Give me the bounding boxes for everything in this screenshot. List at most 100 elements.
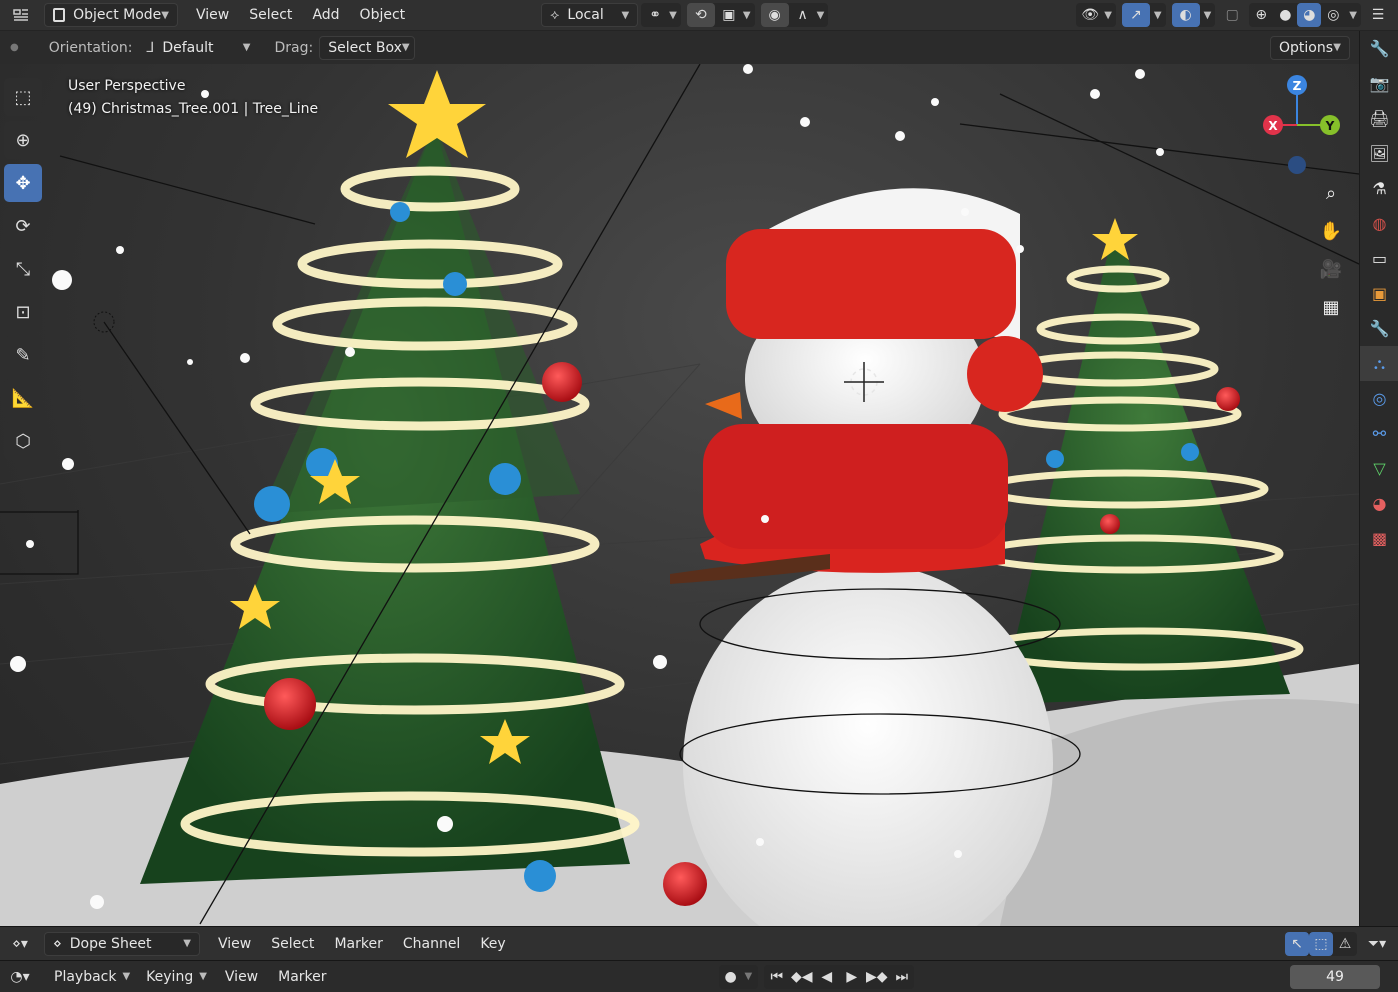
modifier-properties-icon[interactable]: 🔧 (1360, 311, 1398, 346)
scene-settings-icon[interactable]: ☰ (1364, 3, 1392, 27)
timeline-menu-marker[interactable]: Marker (268, 965, 336, 989)
3d-viewport[interactable]: User Perspective (49) Christmas_Tree.001… (0, 64, 1359, 926)
gizmo-neg-z-axis[interactable] (1288, 156, 1306, 174)
transform-orientation-dropdown[interactable]: ⟡ Local ▼ (541, 3, 639, 27)
texture-properties-icon[interactable]: ▩ (1360, 521, 1398, 556)
snap-toggle-icon[interactable]: ⟲ (686, 3, 715, 27)
scene-properties-icon[interactable]: ⚗ (1360, 171, 1398, 206)
play-icon[interactable]: ▶ (839, 965, 864, 989)
particles-properties-icon[interactable]: ⛬ (1360, 346, 1398, 381)
transform-tool-icon[interactable]: ⊡ (4, 293, 42, 331)
perspective-grid-icon[interactable]: ▦ (1314, 290, 1348, 324)
measure-tool-icon[interactable]: 📐 (4, 379, 42, 417)
xray-toggle-icon[interactable]: ▢ (1218, 3, 1246, 27)
autokey-group: ● ▼ (718, 964, 759, 989)
snap-target-icon[interactable]: ▣ (715, 3, 743, 27)
prev-keyframe-icon[interactable]: ◆◀ (789, 965, 814, 989)
overlays-icon[interactable]: ◐ (1171, 3, 1200, 27)
record-autokey-icon[interactable]: ● (719, 965, 743, 989)
playback-dropdown[interactable]: Playback ▼ (46, 965, 138, 989)
keying-dropdown[interactable]: Keying ▼ (138, 965, 215, 989)
viewport-header: Object Mode ▼ View Select Add Object ⟡ L… (0, 0, 1398, 31)
material-properties-icon[interactable]: ◕ (1360, 486, 1398, 521)
camera-view-icon[interactable]: 🎥 (1314, 252, 1348, 286)
gizmo-z-label: Z (1293, 79, 1302, 93)
chevron-down-icon: ▼ (742, 9, 751, 21)
dopesheet-mode-label: Dope Sheet (69, 935, 152, 952)
menu-view[interactable]: View (186, 3, 239, 27)
drag-dropdown[interactable]: Select Box ▼ (319, 35, 416, 60)
timeline-header: ◔▾ Playback ▼ Keying ▼ View Marker ● ▼ ⏮… (0, 960, 1398, 992)
add-cube-tool-icon[interactable]: ⬡ (4, 422, 42, 460)
editor-type-dopesheet-icon[interactable]: ⋄▾ (2, 932, 38, 956)
next-keyframe-icon[interactable]: ▶◆ (864, 965, 889, 989)
object-properties-icon[interactable]: ▣ (1360, 276, 1398, 311)
menu-object[interactable]: Object (350, 3, 416, 27)
mode-dropdown[interactable]: Object Mode ▼ (44, 3, 178, 27)
axes-icon: ⅃ (146, 39, 155, 56)
chevron-down-icon: ▼ (242, 42, 251, 53)
chevron-down-icon: ▼ (744, 971, 753, 982)
proportional-edit-icon[interactable]: ◉ (760, 3, 789, 27)
rendered-shading-icon[interactable]: ◎ (1321, 3, 1345, 27)
wireframe-shading-icon[interactable]: ⊕ (1249, 3, 1273, 27)
dopesheet-menu-marker[interactable]: Marker (324, 932, 392, 956)
current-frame-field[interactable]: 49 (1290, 964, 1380, 989)
jump-end-icon[interactable]: ⏭ (889, 965, 914, 989)
menu-add[interactable]: Add (302, 3, 349, 27)
move-tool-icon[interactable]: ✥ (4, 164, 42, 202)
pan-hand-icon[interactable]: ✋ (1314, 214, 1348, 248)
pivot-group: ⚭ ▼ (641, 3, 681, 27)
scale-tool-icon[interactable]: ⤡ (4, 250, 42, 288)
orientation-label: Orientation: (48, 39, 133, 56)
mode-label: Object Mode (73, 7, 162, 23)
render-properties-icon[interactable]: 📷 (1360, 66, 1398, 101)
data-properties-icon[interactable]: ▽ (1360, 451, 1398, 486)
rotate-tool-icon[interactable]: ⟳ (4, 207, 42, 245)
collection-properties-icon[interactable]: ▭ (1360, 241, 1398, 276)
dopesheet-menu-view[interactable]: View (208, 932, 261, 956)
world-properties-icon[interactable]: ◍ (1360, 206, 1398, 241)
tool-shelf: ⬚ ⊕ ✥ ⟳ ⤡ ⊡ ✎ 📐 ⬡ (0, 73, 48, 465)
jump-start-icon[interactable]: ⏮ (764, 965, 789, 989)
dopesheet-menu-key[interactable]: Key (470, 932, 515, 956)
tool-properties-icon[interactable]: 🔧 (1360, 31, 1398, 66)
physics-properties-icon[interactable]: ◎ (1360, 381, 1398, 416)
eye-icon[interactable]: 👁 (1076, 3, 1104, 27)
material-shading-icon[interactable]: ◕ (1297, 3, 1322, 27)
dopesheet-filters-group: ↖ ⬚ ⚠ (1285, 931, 1357, 956)
editor-type-button[interactable] (4, 3, 38, 27)
filter-funnel-icon[interactable]: ⏷▾ (1360, 932, 1394, 956)
only-selected-icon[interactable]: ↖ (1285, 931, 1309, 956)
only-errors-icon[interactable]: ⚠ (1333, 932, 1357, 956)
select-box-tool-icon[interactable]: ⬚ (4, 78, 42, 116)
pivot-point-icon[interactable]: ⚭ (641, 3, 669, 27)
output-properties-icon[interactable]: 🖨 (1360, 101, 1398, 136)
navigation-gizmo[interactable]: Z Y X (1247, 72, 1347, 182)
timeline-menu-view[interactable]: View (215, 965, 268, 989)
cursor-tool-icon[interactable]: ⊕ (4, 121, 42, 159)
show-hidden-icon[interactable]: ⬚ (1309, 931, 1333, 956)
dopesheet-menu-channel[interactable]: Channel (393, 932, 470, 956)
zoom-icon[interactable]: ⌕ (1314, 176, 1348, 210)
chevron-down-icon: ▼ (161, 9, 169, 21)
constraints-properties-icon[interactable]: ⚯ (1360, 416, 1398, 451)
view-name: User Perspective (68, 78, 186, 94)
shading-group: ⊕ ● ◕ ◎ ▼ (1249, 3, 1361, 27)
falloff-icon[interactable]: ∧ (789, 3, 817, 27)
dopesheet-mode-dropdown[interactable]: ⋄ Dope Sheet ▼ (44, 931, 200, 956)
chevron-down-icon: ▼ (401, 42, 410, 53)
dopesheet-menu-select[interactable]: Select (261, 932, 324, 956)
editor-type-timeline-icon[interactable]: ◔▾ (2, 965, 38, 989)
snap-group: ⟲ ▣ ▼ (686, 3, 755, 27)
menu-select[interactable]: Select (239, 3, 302, 27)
chevron-down-icon: ▼ (1203, 9, 1212, 21)
play-reverse-icon[interactable]: ◀ (814, 965, 839, 989)
view-layer-icon[interactable]: 🖼 (1360, 136, 1398, 171)
chevron-down-icon: ▼ (1349, 9, 1357, 21)
solid-shading-icon[interactable]: ● (1273, 3, 1297, 27)
orientation-dropdown[interactable]: ⅃ Default ▼ (139, 36, 259, 60)
options-dropdown[interactable]: Options ▼ (1270, 35, 1350, 60)
annotate-tool-icon[interactable]: ✎ (4, 336, 42, 374)
gizmo-toggle-icon[interactable]: ↗ (1121, 3, 1150, 27)
